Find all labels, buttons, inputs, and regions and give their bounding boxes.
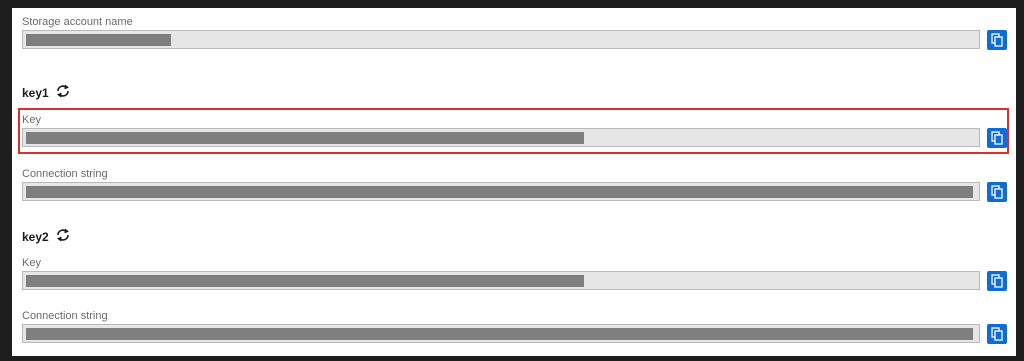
storage-account-name-field[interactable]	[22, 30, 980, 49]
key1-connection-string-field[interactable]	[22, 182, 980, 201]
key2-connection-string-field[interactable]	[22, 324, 980, 343]
redacted-value	[26, 275, 584, 287]
key1-connection-string-label: Connection string	[22, 168, 108, 180]
key2-title: key2	[22, 230, 49, 244]
copy-icon	[991, 327, 1003, 341]
copy-key2-key-button[interactable]	[987, 271, 1007, 291]
key1-title: key1	[22, 86, 49, 100]
redacted-value	[26, 328, 973, 340]
refresh-icon[interactable]	[55, 83, 71, 99]
key2-connection-string-label: Connection string	[22, 310, 108, 322]
copy-icon	[991, 274, 1003, 288]
redacted-value	[26, 186, 973, 198]
copy-key1-connection-string-button[interactable]	[987, 182, 1007, 202]
key2-key-label: Key	[22, 257, 41, 269]
copy-icon	[991, 185, 1003, 199]
copy-icon	[991, 131, 1003, 145]
copy-icon	[991, 33, 1003, 47]
copy-storage-account-name-button[interactable]	[987, 30, 1007, 50]
redacted-value	[26, 34, 171, 46]
key2-key-field[interactable]	[22, 271, 980, 290]
key1-key-field[interactable]	[22, 128, 980, 147]
storage-account-name-label: Storage account name	[22, 16, 133, 28]
redacted-value	[26, 132, 584, 144]
copy-key1-key-button[interactable]	[987, 128, 1007, 148]
access-keys-panel: Storage account name key1 Key Connection…	[12, 8, 1016, 356]
copy-key2-connection-string-button[interactable]	[987, 324, 1007, 344]
key1-key-label: Key	[22, 114, 41, 126]
refresh-icon[interactable]	[55, 227, 71, 243]
